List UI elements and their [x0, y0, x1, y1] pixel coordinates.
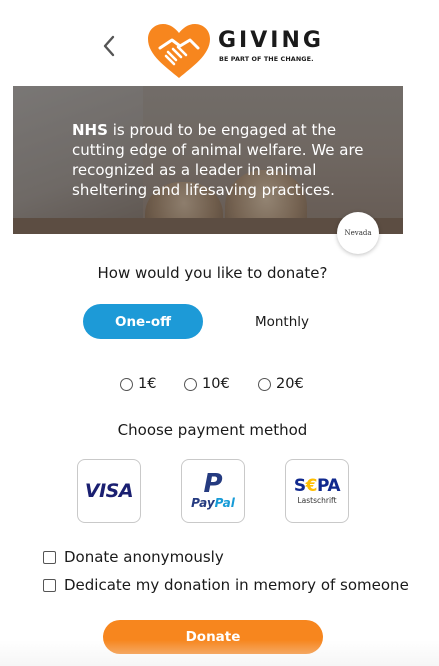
partner-logo-text: Nevada	[344, 229, 372, 237]
sepa-subtitle: Lastschrift	[297, 495, 337, 505]
radio-button[interactable]	[184, 377, 197, 391]
anonymous-label: Donate anonymously	[64, 548, 224, 566]
amount-label: 20€	[276, 376, 304, 392]
amount-label: 10€	[202, 376, 230, 392]
chevron-left-icon	[103, 35, 115, 57]
back-button[interactable]	[98, 32, 120, 60]
memory-label: Dedicate my donation in memory of someon…	[64, 576, 409, 594]
radio-button[interactable]	[120, 377, 133, 391]
hero-description: NHS is proud to be engaged at the cuttin…	[72, 120, 372, 200]
donate-anonymously-option[interactable]: Donate anonymously	[43, 548, 224, 566]
paypal-logo: PayPal	[191, 496, 235, 510]
memory-checkbox[interactable]	[43, 578, 56, 592]
amount-options: 1€ 10€ 20€	[0, 376, 439, 394]
heart-handshake-icon	[148, 24, 210, 78]
frequency-monthly-button[interactable]: Monthly	[222, 304, 342, 339]
hero-banner: NHS is proud to be engaged at the cuttin…	[13, 86, 403, 234]
payment-method-title: Choose payment method	[117, 421, 308, 439]
partner-logo-badge: Nevada	[337, 212, 379, 254]
hero-description-text: is proud to be engaged at the cutting ed…	[72, 121, 364, 199]
visa-logo: VISA	[84, 480, 134, 502]
frequency-one-off-button[interactable]: One-off	[83, 304, 203, 339]
donate-button[interactable]: Donate	[103, 620, 323, 654]
donation-question: How would you like to donate?	[97, 264, 328, 282]
dedicate-memory-option[interactable]: Dedicate my donation in memory of someon…	[43, 576, 409, 594]
sepa-logo: S€PA	[293, 475, 341, 496]
amount-option-10[interactable]: 10€	[184, 376, 230, 392]
amount-option-1[interactable]: 1€	[120, 376, 156, 392]
giving-logo: GIVING BE PART OF THE CHANGE.	[146, 22, 336, 80]
radio-button[interactable]	[258, 377, 271, 391]
payment-paypal-button[interactable]: P PayPal	[181, 459, 245, 523]
amount-option-20[interactable]: 20€	[258, 376, 304, 392]
payment-sepa-button[interactable]: S€PA Lastschrift	[285, 459, 349, 523]
header: GIVING BE PART OF THE CHANGE.	[0, 0, 439, 86]
anonymous-checkbox[interactable]	[43, 550, 56, 564]
logo-wordmark: GIVING	[218, 28, 324, 53]
org-name: NHS	[72, 121, 108, 139]
logo-tagline: BE PART OF THE CHANGE.	[219, 55, 314, 63]
paypal-logo-mark: P	[203, 469, 223, 499]
payment-visa-button[interactable]: VISA	[77, 459, 141, 523]
amount-label: 1€	[138, 376, 157, 392]
